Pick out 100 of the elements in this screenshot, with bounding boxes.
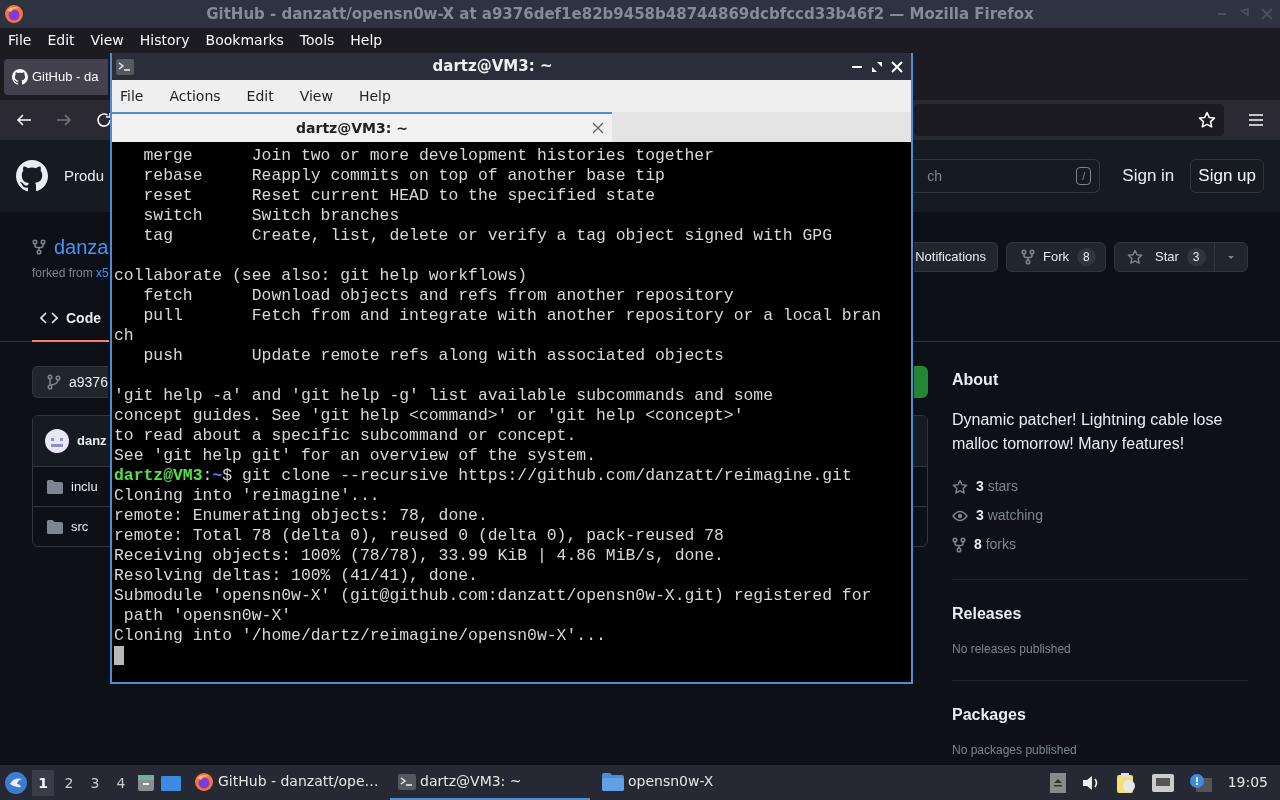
taskbar-button[interactable]: opensn0w-X <box>594 765 794 800</box>
empty-note: No packages published <box>952 742 1078 759</box>
terminal-line: Resolving deltas: 100% (41/41), done. <box>114 566 478 585</box>
browser-tab[interactable]: GitHub - da <box>4 58 108 95</box>
star-icon <box>1127 249 1143 265</box>
terminal-line: tag Create, list, delete or verify a tag object signed with GPG <box>142 226 833 245</box>
fork-icon <box>952 536 966 553</box>
terminal-tab[interactable]: dartz@VM3: ~ <box>112 112 612 142</box>
terminal-line: reset Reset current HEAD to the specified state <box>142 186 655 205</box>
menu-item[interactable]: Help <box>358 85 391 107</box>
empty-note: No releases published <box>952 641 1072 658</box>
menu-item[interactable]: File <box>120 85 144 107</box>
terminal-line: fetch Download objects and refs from another repository <box>142 286 734 305</box>
eject-icon[interactable] <box>1049 772 1066 793</box>
clipboard-icon[interactable] <box>1115 771 1136 794</box>
volume-icon[interactable] <box>1081 774 1100 791</box>
workspace-button[interactable]: 1 <box>32 769 54 796</box>
terminal-line: to read about a specific subcommand or concept. <box>114 426 577 445</box>
code-button[interactable] <box>914 366 928 398</box>
prompt-line: dartz@VM3:~$ git clone --recursive https://github.com/danzatt/reimagine.git <box>114 466 852 485</box>
terminal-line: merge Join two or more development histories together <box>142 146 714 165</box>
maximize-icon[interactable] <box>871 60 883 73</box>
folder-icon <box>47 519 63 534</box>
terminal-line: remote: Enumerating objects: 78, done. <box>114 506 488 525</box>
reload-icon[interactable] <box>96 112 112 128</box>
back-icon[interactable] <box>16 112 32 128</box>
file-link[interactable]: inclu <box>71 476 98 497</box>
file-link[interactable]: src <box>71 516 89 537</box>
stat-link[interactable]: 3 watching <box>976 505 1043 526</box>
fork-icon <box>32 239 46 255</box>
menu-icon[interactable] <box>1248 113 1264 127</box>
section-heading[interactable]: Releases <box>952 602 1248 626</box>
taskbar-button[interactable]: dartz@VM3: ~ <box>390 765 590 800</box>
menu-item[interactable]: Bookmarks <box>205 30 284 51</box>
file-cabinet-icon[interactable] <box>136 772 156 793</box>
star-icon[interactable] <box>1198 111 1216 129</box>
firefox-icon <box>194 771 214 792</box>
terminal-line: switch Switch branches <box>142 206 400 225</box>
fork-button[interactable]: Fork 8 <box>1006 242 1106 272</box>
menu-item[interactable]: Tools <box>299 30 335 51</box>
section-heading: About <box>952 370 1000 390</box>
terminal-line: path 'opensn0w-X' <box>122 606 292 625</box>
avatar-icon <box>45 429 69 453</box>
terminal-icon <box>116 58 134 75</box>
menu-item[interactable]: File <box>8 30 32 51</box>
notification-icon[interactable] <box>1189 773 1212 792</box>
stat-link[interactable]: 8 forks <box>974 534 1017 555</box>
terminal-line: Cloning into 'reimagine'... <box>114 486 380 505</box>
section-heading[interactable]: Packages <box>952 703 1248 727</box>
branch-icon <box>47 374 61 390</box>
terminal-line: concept guides. See 'git help <command>' or 'git help <concept>' <box>114 406 744 425</box>
network-icon[interactable] <box>1151 773 1174 792</box>
branch-button[interactable]: a9376 <box>32 366 108 398</box>
window-title: dartz@VM3: ~ <box>431 56 554 78</box>
workspace-button[interactable]: 3 <box>84 769 106 796</box>
taskbar-button[interactable]: GitHub - danzatt/ope… <box>186 765 386 800</box>
search-field[interactable]: ch / <box>913 159 1101 193</box>
terminal-line: remote: Total 78 (delta 0), reused 0 (delta 0), pack-reused 78 <box>114 526 724 545</box>
menu-item[interactable]: View <box>299 85 333 107</box>
terminal-line: push Update remote refs along with associated objects <box>142 346 724 365</box>
address-field[interactable] <box>914 104 1224 136</box>
menu-item[interactable]: Help <box>350 30 383 51</box>
fork-icon <box>1021 249 1035 265</box>
repo-name-link[interactable]: danza <box>54 232 109 262</box>
commit-author: danz <box>77 432 107 451</box>
github-logo-icon <box>12 68 28 85</box>
menu-item[interactable]: View <box>90 30 124 51</box>
folder-icon <box>47 479 63 494</box>
text-cursor <box>114 646 124 665</box>
github-logo-icon[interactable] <box>16 160 48 192</box>
star-button[interactable]: Star 3 <box>1114 242 1248 272</box>
menu-item[interactable]: Actions <box>169 85 221 107</box>
nav-link[interactable]: Produ <box>64 164 105 188</box>
source-repo-link[interactable]: x5 <box>96 266 109 280</box>
clock: 19:05 <box>1227 773 1268 792</box>
terminal-line: rebase Reapply commits on top of another base tip <box>142 166 665 185</box>
notifications-button[interactable]: Notifications <box>914 242 998 272</box>
menu-item[interactable]: Edit <box>47 30 75 51</box>
firefox-icon <box>4 4 24 24</box>
workspace-button[interactable]: 2 <box>58 769 80 796</box>
workspace-button[interactable]: 4 <box>110 769 132 796</box>
terminal-line: See 'git help git' for an overview of the system. <box>114 446 596 465</box>
terminal-line: Cloning into '/home/dartz/reimagine/opensn0w-X'... <box>114 626 606 645</box>
menu-item[interactable]: Edit <box>246 85 274 107</box>
menu-item[interactable]: History <box>139 30 190 51</box>
sign-up-button[interactable]: Sign up <box>1190 159 1264 193</box>
window-title: GitHub - danzatt/opensn0w-X at a9376def1e82b9458b48744869dcbfccd33b46f2 — Mozilla Firefox <box>205 3 1035 25</box>
terminal-line: Submodule 'opensn0w-X' (git@github.com:danzatt/opensn0w-X.git) registered for <box>114 586 872 605</box>
start-menu-icon[interactable] <box>4 770 28 795</box>
stat-link[interactable]: 3 stars <box>976 476 1019 497</box>
forked-from-label: forked from <box>32 266 93 280</box>
forward-icon[interactable] <box>56 112 72 128</box>
sign-in-link[interactable]: Sign in <box>1122 163 1175 189</box>
terminal-line: pull Fetch from and integrate with another repository or a local bran <box>142 306 882 325</box>
repo-description: Dynamic patcher! Lightning cable lose malloc tomorrow! Many features! <box>952 410 1224 454</box>
terminal-line: ch <box>114 326 134 345</box>
terminal-icon <box>398 773 416 790</box>
terminal-line: collaborate (see also: git help workflows) <box>114 266 528 285</box>
code-icon <box>40 311 58 325</box>
terminal-line: Receiving objects: 100% (78/78), 33.99 KiB | 4.86 MiB/s, done. <box>114 546 724 565</box>
